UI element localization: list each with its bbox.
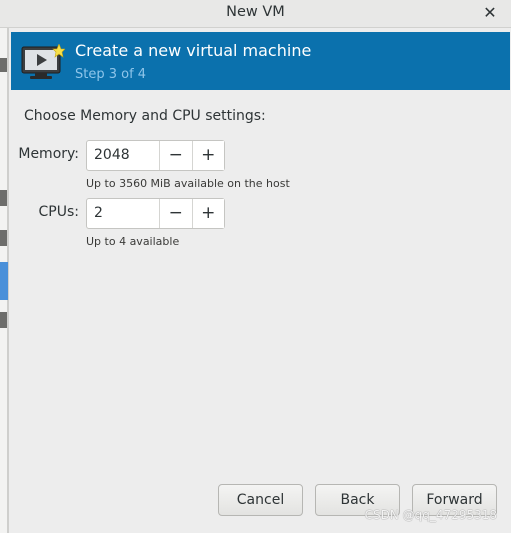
background-list-icon [0,312,7,328]
background-window-edge [0,0,8,533]
new-vm-dialog: Create a new virtual machine Step 3 of 4… [8,28,511,533]
forward-button[interactable]: Forward [412,484,497,516]
cpus-spinbutton: − + [86,198,225,229]
monitor-new-vm-icon [21,44,65,79]
cpus-decrement-button[interactable]: − [159,199,192,228]
screen: New VM ✕ Create a new virtual machine St… [0,0,511,533]
memory-increment-button[interactable]: + [191,141,224,170]
background-list-icon [0,190,7,206]
memory-spinbutton: − + [86,140,225,171]
cpus-increment-button[interactable]: + [191,199,224,228]
banner-title: Create a new virtual machine [75,41,312,60]
background-selected-row [0,262,8,300]
settings-prompt: Choose Memory and CPU settings: [24,108,266,124]
memory-available-hint: Up to 3560 MiB available on the host [86,177,290,190]
cpus-input[interactable] [87,199,159,228]
cpus-available-hint: Up to 4 available [86,235,180,248]
background-toolbar-icon [0,58,7,72]
dialog-titlebar: New VM ✕ [0,0,511,28]
cancel-button[interactable]: Cancel [218,484,303,516]
back-button[interactable]: Back [315,484,400,516]
wizard-header-banner: Create a new virtual machine Step 3 of 4 [11,32,510,90]
cpus-label: CPUs: [38,204,79,220]
memory-input[interactable] [87,141,159,170]
close-icon[interactable]: ✕ [481,4,499,22]
window-title: New VM [226,4,285,20]
banner-step-indicator: Step 3 of 4 [75,67,147,82]
memory-label: Memory: [18,146,79,162]
background-list-icon [0,230,7,246]
memory-decrement-button[interactable]: − [159,141,192,170]
